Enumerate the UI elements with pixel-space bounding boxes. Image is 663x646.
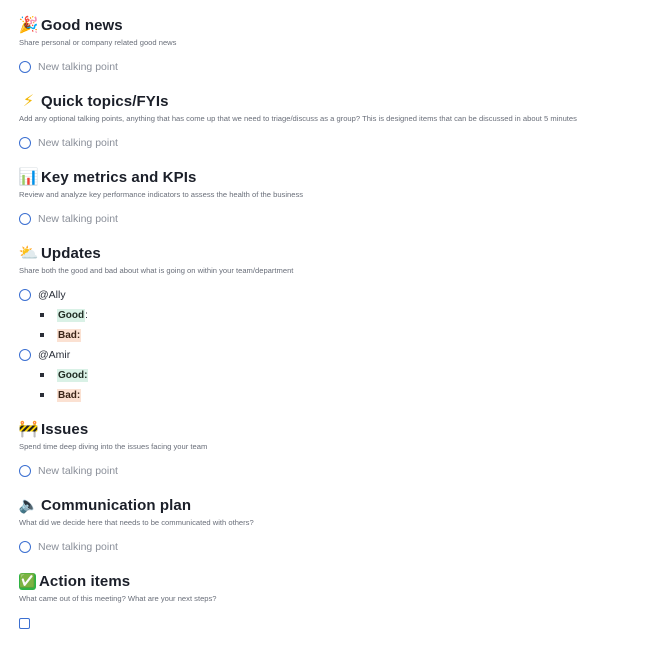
section-heading: ⛅ Updates — [19, 242, 649, 264]
section-quick-topics: ⚡ Quick topics/FYIs Add any optional tal… — [19, 90, 649, 149]
person-mention[interactable]: @Ally — [38, 289, 66, 301]
section-issues: 🚧 Issues Spend time deep diving into the… — [19, 418, 649, 477]
good-label[interactable]: Good: — [57, 368, 89, 382]
talking-point-radio[interactable] — [19, 541, 31, 553]
talking-point-radio[interactable] — [19, 349, 31, 361]
section-action-items: ✅ Action items What came out of this mee… — [19, 570, 649, 629]
person-item-amir[interactable]: @Amir — [19, 347, 70, 363]
party-popper-icon: 🎉 — [18, 15, 39, 34]
good-colon: : — [85, 309, 88, 321]
person-mention[interactable]: @Amir — [38, 349, 70, 361]
check-mark-icon: ✅ — [19, 572, 36, 590]
action-item-checkbox[interactable] — [19, 617, 30, 629]
section-updates: ⛅ Updates Share both the good and bad ab… — [19, 242, 649, 402]
bad-label[interactable]: Bad: — [57, 328, 82, 342]
good-bullet[interactable]: Good: — [40, 368, 89, 382]
new-talking-point-placeholder[interactable]: New talking point — [38, 137, 118, 149]
new-talking-point-placeholder[interactable]: New talking point — [38, 465, 118, 477]
sun-behind-cloud-icon: ⛅ — [18, 243, 39, 262]
new-talking-point-placeholder[interactable]: New talking point — [38, 213, 118, 225]
talking-point-item[interactable]: New talking point — [19, 463, 118, 479]
section-title[interactable]: Updates — [41, 245, 101, 262]
bullet-marker — [40, 333, 44, 337]
action-item[interactable] — [19, 615, 30, 631]
bad-bullet[interactable]: Bad: — [40, 328, 82, 342]
section-title[interactable]: Good news — [41, 17, 123, 34]
bullet-marker — [40, 393, 44, 397]
talking-point-item[interactable]: New talking point — [19, 135, 118, 151]
speaker-icon: 🔈 — [18, 495, 39, 514]
construction-icon: 🚧 — [18, 419, 39, 438]
section-good-news: 🎉 Good news Share personal or company re… — [19, 14, 649, 73]
section-heading: 🔈 Communication plan — [19, 494, 649, 516]
section-heading: ⚡ Quick topics/FYIs — [19, 90, 649, 112]
bad-label[interactable]: Bad: — [57, 388, 82, 402]
section-title[interactable]: Quick topics/FYIs — [41, 93, 169, 110]
section-description[interactable]: Review and analyze key performance indic… — [19, 190, 303, 199]
section-heading: ✅ Action items — [19, 570, 649, 592]
section-communication-plan: 🔈 Communication plan What did we decide … — [19, 494, 649, 553]
section-description[interactable]: Share both the good and bad about what i… — [19, 266, 293, 275]
section-description[interactable]: Add any optional talking points, anythin… — [19, 114, 577, 123]
talking-point-radio[interactable] — [19, 61, 31, 73]
talking-point-radio[interactable] — [19, 289, 31, 301]
talking-point-radio[interactable] — [19, 137, 31, 149]
lightning-icon: ⚡ — [22, 91, 35, 110]
section-description[interactable]: Spend time deep diving into the issues f… — [19, 442, 207, 451]
new-talking-point-placeholder[interactable]: New talking point — [38, 61, 118, 73]
section-title[interactable]: Issues — [41, 421, 88, 438]
person-item-ally[interactable]: @Ally — [19, 287, 66, 303]
section-description[interactable]: What did we decide here that needs to be… — [19, 518, 254, 527]
talking-point-radio[interactable] — [19, 465, 31, 477]
good-label[interactable]: Good — [57, 308, 86, 322]
bad-bullet[interactable]: Bad: — [40, 388, 82, 402]
section-heading: 📊 Key metrics and KPIs — [19, 166, 649, 188]
bar-chart-icon: 📊 — [18, 167, 39, 186]
section-heading: 🎉 Good news — [19, 14, 649, 36]
talking-point-radio[interactable] — [19, 213, 31, 225]
meeting-notes-document: 🎉 Good news Share personal or company re… — [0, 0, 663, 646]
bullet-marker — [40, 313, 44, 317]
section-key-metrics: 📊 Key metrics and KPIs Review and analyz… — [19, 166, 649, 225]
section-description[interactable]: What came out of this meeting? What are … — [19, 594, 217, 603]
section-title[interactable]: Communication plan — [41, 497, 191, 514]
new-talking-point-placeholder[interactable]: New talking point — [38, 541, 118, 553]
bullet-marker — [40, 373, 44, 377]
talking-point-item[interactable]: New talking point — [19, 539, 118, 555]
section-description[interactable]: Share personal or company related good n… — [19, 38, 176, 47]
talking-point-item[interactable]: New talking point — [19, 59, 118, 75]
talking-point-item[interactable]: New talking point — [19, 211, 118, 227]
section-title[interactable]: Action items — [39, 573, 130, 590]
section-heading: 🚧 Issues — [19, 418, 649, 440]
good-bullet[interactable]: Good: — [40, 308, 88, 322]
section-title[interactable]: Key metrics and KPIs — [41, 169, 196, 186]
